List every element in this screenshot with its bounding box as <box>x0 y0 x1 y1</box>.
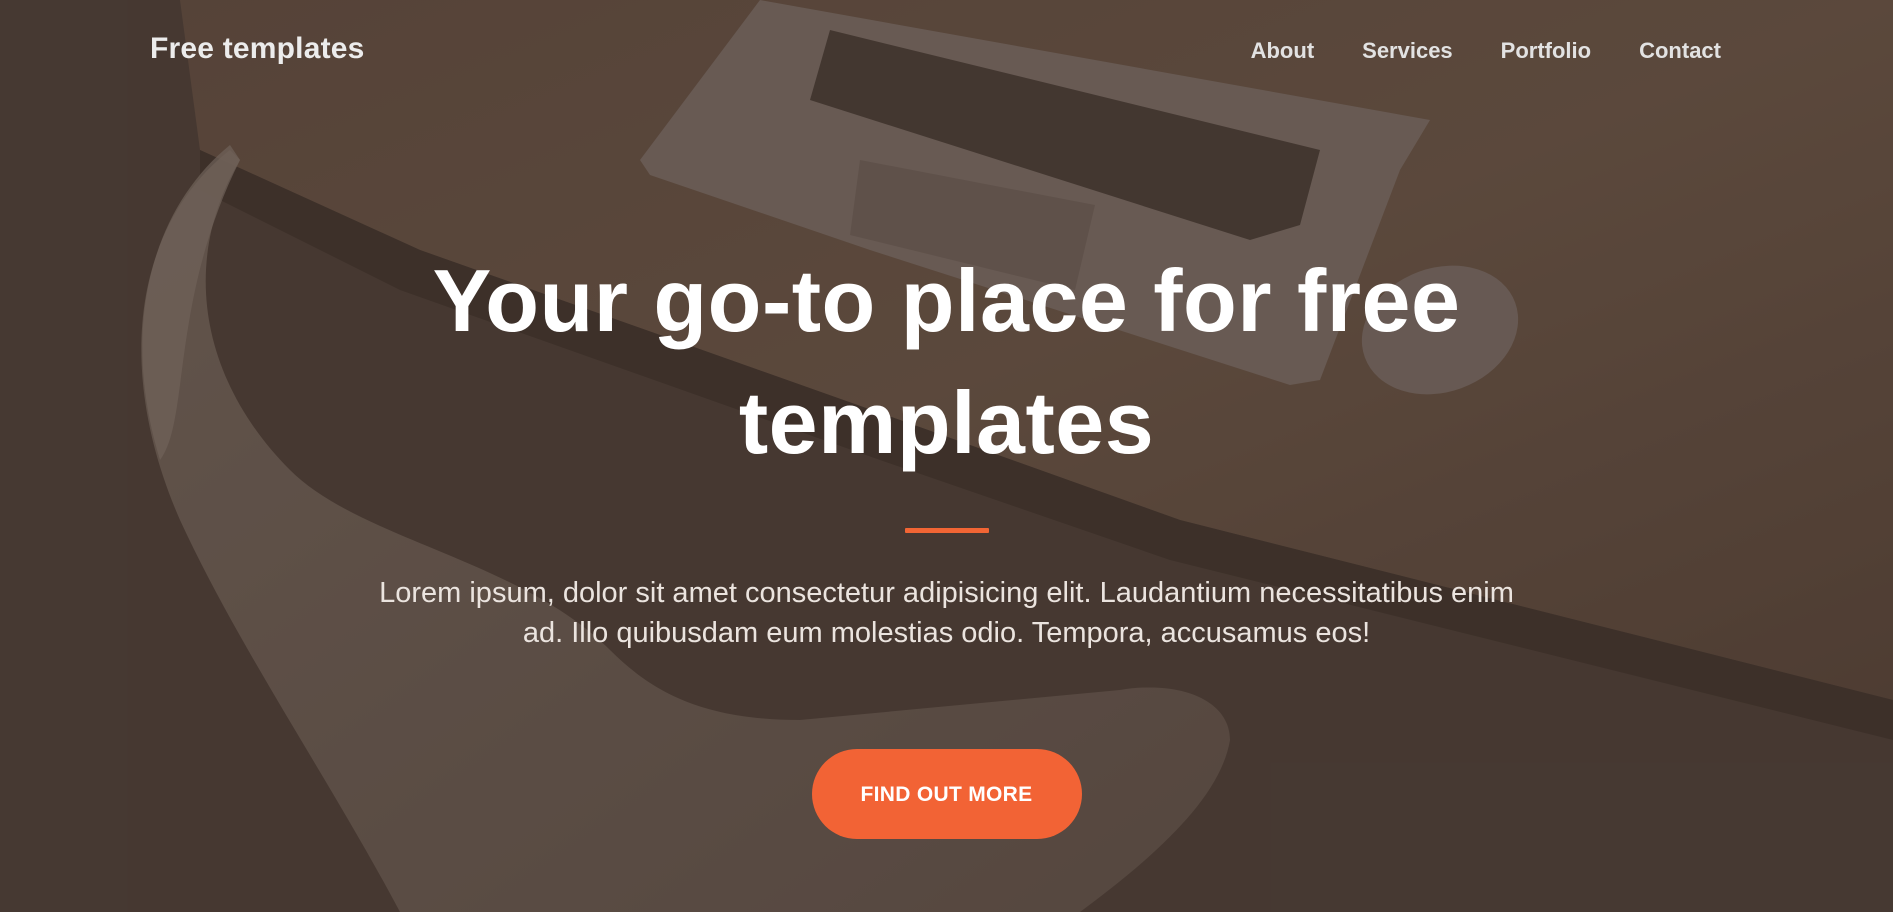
hero-title: Your go-to place for free templates <box>432 251 1461 472</box>
nav-links: About Services Portfolio Contact <box>1251 38 1721 64</box>
hero-section: Free templates About Services Portfolio … <box>0 0 1893 912</box>
nav-item-about: About <box>1251 38 1315 64</box>
nav-link-services[interactable]: Services <box>1362 38 1453 63</box>
hero-description: Lorem ipsum, dolor sit amet consectetur … <box>379 577 1514 649</box>
nav-link-contact[interactable]: Contact <box>1639 38 1721 63</box>
nav-item-portfolio: Portfolio <box>1501 38 1591 64</box>
nav-item-contact: Contact <box>1639 38 1721 64</box>
nav-link-about[interactable]: About <box>1251 38 1315 63</box>
hero-content: Your go-to place for free templates Lore… <box>0 240 1893 839</box>
brand-logo-link[interactable]: Free templates <box>150 32 365 66</box>
nav-item-services: Services <box>1362 38 1453 64</box>
find-out-more-button[interactable]: FIND OUT MORE <box>811 749 1082 839</box>
nav-link-portfolio[interactable]: Portfolio <box>1501 38 1591 63</box>
top-navbar: Free templates About Services Portfolio … <box>0 0 1893 106</box>
title-divider <box>904 528 989 533</box>
